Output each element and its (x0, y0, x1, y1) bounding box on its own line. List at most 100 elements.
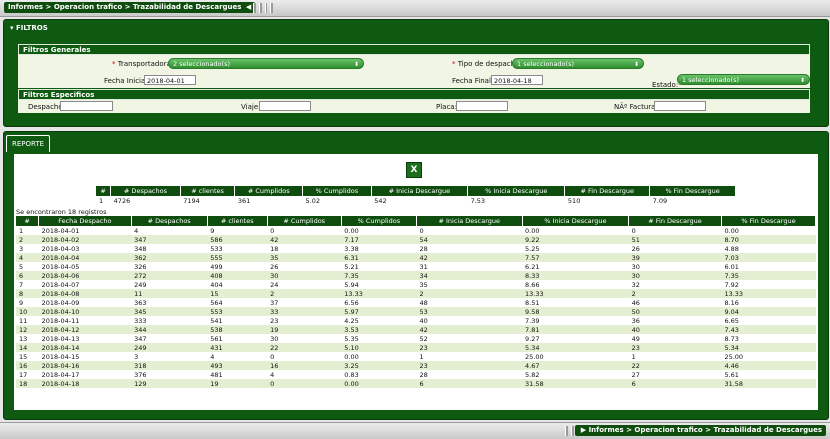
table-row: 4 2018-04-04 362 555 35 6.31 42 7.57 39 7.03 (16, 253, 816, 262)
transportadoras-select[interactable]: 2 seleccionado(s) ⬍ (168, 58, 364, 69)
drag-grip-icon[interactable] (253, 3, 273, 13)
table-cell: 52 (416, 334, 522, 343)
table-cell: 348 (131, 244, 208, 253)
breadcrumb-label: Informes > Operacion trafico > Trazabili… (588, 426, 822, 434)
table-cell: 7.35 (721, 271, 816, 280)
table-row: 10 2018-04-10 345 553 33 5.97 53 9.58 50 9.04 (16, 307, 816, 316)
table-cell: 586 (207, 235, 268, 244)
table-cell: 4 (267, 370, 342, 379)
table-row: 6 2018-04-06 272 408 30 7.35 34 8.33 30 7.35 (16, 271, 816, 280)
table-cell: 7.03 (721, 253, 816, 262)
table-cell: 2018-04-04 (38, 253, 132, 262)
table-cell: 0.00 (522, 226, 629, 235)
table-cell: 48 (416, 298, 522, 307)
table-cell: 22 (628, 361, 722, 370)
table-cell: 2018-04-12 (38, 325, 132, 334)
table-cell: 404 (207, 280, 268, 289)
placa-label: Placa: (436, 103, 457, 111)
breadcrumb-bottom[interactable]: ▶ Informes > Operacion trafico > Trazabi… (574, 425, 826, 436)
column-header: % Cumplidos (302, 186, 372, 196)
table-cell: 11 (131, 289, 208, 298)
registros-count: Se encontraron 18 registros (16, 208, 107, 216)
factura-input[interactable] (654, 101, 706, 111)
select-caret-icon: ⬍ (353, 61, 359, 68)
table-row: 11 2018-04-11 333 541 23 4.25 40 7.39 36 6.65 (16, 316, 816, 325)
table-cell: 25.00 (721, 352, 816, 361)
table-cell: 7.35 (341, 271, 417, 280)
table-cell: 347 (131, 334, 208, 343)
table-cell: 8 (16, 289, 39, 298)
table-cell: 50 (628, 307, 722, 316)
breadcrumb[interactable]: Informes > Operacion trafico > Trazabili… (4, 2, 256, 13)
table-cell: 42 (416, 325, 522, 334)
filtros-title[interactable]: ▾ FILTROS (10, 24, 48, 32)
table-cell: 6 (16, 271, 39, 280)
viaje-input[interactable] (259, 101, 311, 111)
tab-reporte[interactable]: REPORTE (6, 135, 50, 152)
breadcrumb-label: Informes > Operacion trafico > Trazabili… (8, 3, 242, 11)
table-cell: 25.00 (522, 352, 629, 361)
table-cell: 4 (16, 253, 39, 262)
table-cell: 31.58 (522, 379, 629, 388)
table-cell: 5.34 (721, 343, 816, 352)
fecha-inicial-input[interactable]: 2018-04-01 (144, 75, 196, 85)
table-row: 16 2018-04-16 318 493 16 3.25 23 4.67 22 4.46 (16, 361, 816, 370)
table-cell: 36 (628, 316, 722, 325)
table-cell: 4.88 (721, 244, 816, 253)
column-header: % Fin Descargue (721, 216, 817, 226)
table-cell: 2018-04-16 (38, 361, 132, 370)
table-cell: 9.04 (721, 307, 816, 316)
table-cell: 12 (16, 325, 39, 334)
table-cell: 0.83 (341, 370, 417, 379)
table-cell: 42 (416, 253, 522, 262)
table-cell: 10 (16, 307, 39, 316)
expand-arrow-icon[interactable]: ▶ (581, 426, 586, 434)
table-cell: 2018-04-10 (38, 307, 132, 316)
table-cell: 24 (267, 280, 342, 289)
table-cell: 6.56 (341, 298, 417, 307)
table-cell: 318 (131, 361, 208, 370)
fecha-final-input[interactable]: 2018-04-18 (491, 75, 543, 85)
column-header: # (96, 186, 112, 196)
placa-input[interactable] (456, 101, 508, 111)
table-cell: 9 (16, 298, 39, 307)
table-cell: 5.02 (302, 196, 372, 205)
table-cell: 2 (267, 289, 342, 298)
table-cell: 31 (416, 262, 522, 271)
column-header: # Fin Descargue (564, 186, 651, 196)
table-cell: 22 (267, 343, 342, 352)
table-cell: 2018-04-15 (38, 352, 132, 361)
table-cell: 6.01 (721, 262, 816, 271)
collapse-arrow-icon[interactable]: ◀ (246, 3, 251, 11)
table-cell: 16 (16, 361, 39, 370)
tipo-despacho-select[interactable]: 1 seleccionado(s) ⬍ (512, 58, 644, 69)
table-cell: 363 (131, 298, 208, 307)
table-row: 3 2018-04-03 348 533 18 3.38 28 5.25 26 4.88 (16, 244, 816, 253)
filtros-especificos-header: Filtros Especificos (18, 89, 810, 100)
table-cell: 2018-04-09 (38, 298, 132, 307)
viaje-label: Viaje: (241, 103, 261, 111)
table-cell: 249 (131, 280, 208, 289)
table-cell: 0.00 (341, 226, 417, 235)
table-cell: 8.70 (721, 235, 816, 244)
table-cell: 26 (267, 262, 342, 271)
table-cell: 13.33 (341, 289, 417, 298)
table-cell: 13 (16, 334, 39, 343)
table-cell: 28 (416, 370, 522, 379)
table-cell: 2018-04-06 (38, 271, 132, 280)
table-cell: 8.73 (721, 334, 816, 343)
table-cell: 9.22 (522, 235, 629, 244)
table-cell: 3.53 (341, 325, 417, 334)
table-cell: 1 (416, 352, 522, 361)
excel-export-icon[interactable]: X (406, 162, 422, 178)
fecha-inicial-label: Fecha Inicial: (104, 77, 150, 85)
table-cell: 23 (416, 343, 522, 352)
table-cell: 2018-04-07 (38, 280, 132, 289)
table-cell: 1 (628, 352, 722, 361)
table-cell: 15 (16, 352, 39, 361)
table-cell: 7.57 (522, 253, 629, 262)
estado-select[interactable]: 1 seleccionado(s) ⬍ (677, 74, 810, 85)
table-cell: 16 (267, 361, 342, 370)
despacho-input[interactable] (60, 101, 113, 111)
table-cell: 361 (234, 196, 303, 205)
